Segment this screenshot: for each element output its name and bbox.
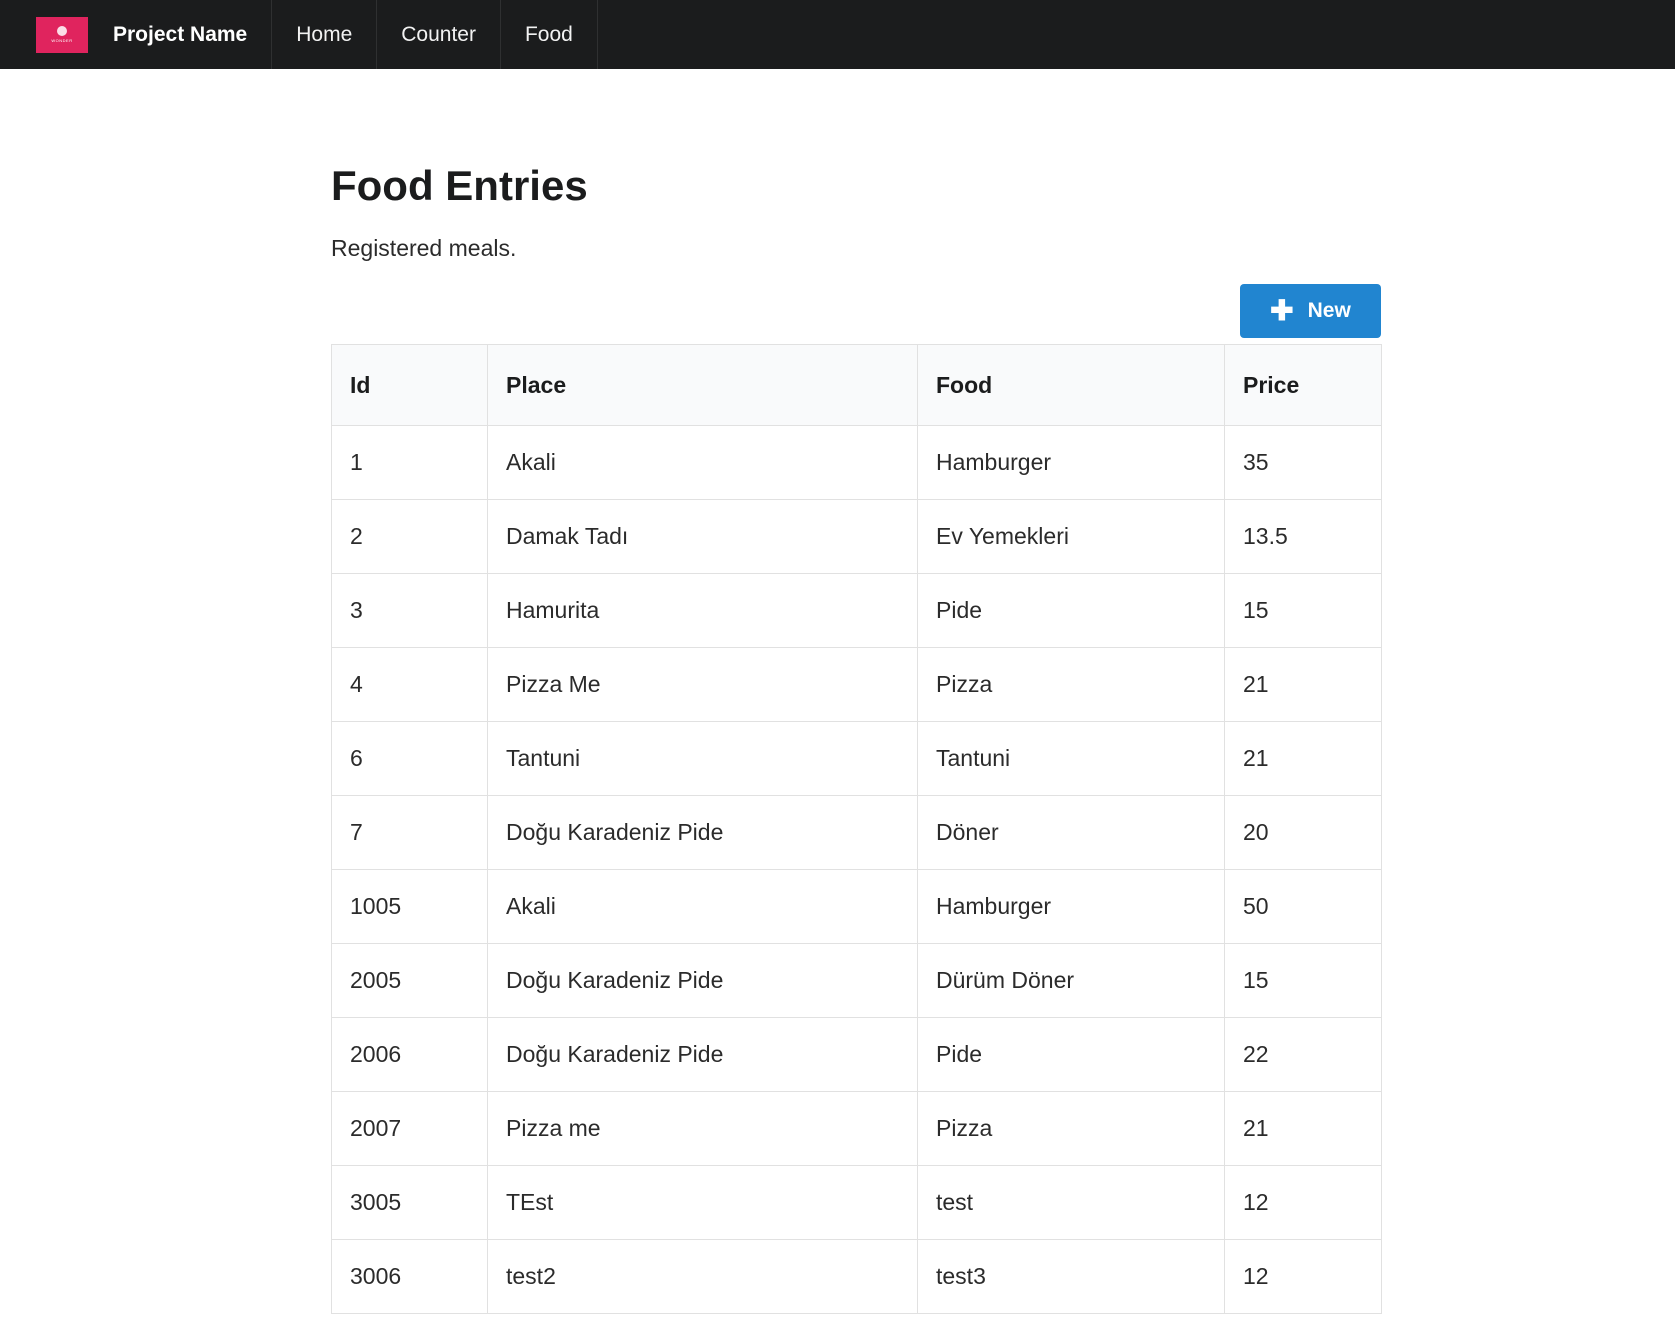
table-row: 2007 Pizza me Pizza 21 <box>331 1091 1382 1166</box>
cell-place: Damak Tadı <box>487 499 918 574</box>
page-title: Food Entries <box>331 162 588 209</box>
top-navbar: WONDER Project Name Home Counter Food <box>0 0 1675 69</box>
cell-food: Ev Yemekleri <box>917 499 1225 574</box>
table-row: 2006 Doğu Karadeniz Pide Pide 22 <box>331 1017 1382 1092</box>
new-button-label: New <box>1307 299 1351 322</box>
table-row: 3005 TEst test 12 <box>331 1165 1382 1240</box>
cell-place: Akali <box>487 425 918 500</box>
cell-price: 35 <box>1224 425 1382 500</box>
cell-id: 2006 <box>331 1017 488 1092</box>
cell-price: 12 <box>1224 1165 1382 1240</box>
cell-food: test3 <box>917 1239 1225 1314</box>
nav-item-home[interactable]: Home <box>272 0 378 69</box>
table-row: 2 Damak Tadı Ev Yemekleri 13.5 <box>331 499 1382 574</box>
nav-item-food[interactable]: Food <box>501 0 598 69</box>
cell-place: Hamurita <box>487 573 918 648</box>
table-row: 6 Tantuni Tantuni 21 <box>331 721 1382 796</box>
cell-price: 15 <box>1224 943 1382 1018</box>
cell-price: 21 <box>1224 721 1382 796</box>
cell-id: 6 <box>331 721 488 796</box>
brand-name: Project Name <box>113 22 248 46</box>
cell-place: Doğu Karadeniz Pide <box>487 943 918 1018</box>
cell-id: 7 <box>331 795 488 870</box>
table-row: 3 Hamurita Pide 15 <box>331 573 1382 648</box>
cell-id: 3 <box>331 573 488 648</box>
cell-food: Hamburger <box>917 869 1225 944</box>
column-header-place: Place <box>487 344 918 426</box>
brand-link[interactable]: WONDER Project Name <box>0 0 273 69</box>
cell-id: 2 <box>331 499 488 574</box>
cell-place: Pizza Me <box>487 647 918 722</box>
cell-price: 21 <box>1224 1091 1382 1166</box>
cell-place: TEst <box>487 1165 918 1240</box>
cell-place: Doğu Karadeniz Pide <box>487 1017 918 1092</box>
food-table: Id Place Food Price 1 Akali Hamburger 35 2 Da… <box>331 344 1382 1314</box>
cell-food: Pizza <box>917 1091 1225 1166</box>
cell-food: Tantuni <box>917 721 1225 796</box>
cell-place: Doğu Karadeniz Pide <box>487 795 918 870</box>
cell-place: Tantuni <box>487 721 918 796</box>
cell-place: test2 <box>487 1239 918 1314</box>
new-entry-button[interactable]: ✚ New <box>1240 284 1381 338</box>
cell-place: Akali <box>487 869 918 944</box>
plus-icon: ✚ <box>1270 295 1294 326</box>
logo-text: WONDER <box>51 38 73 43</box>
cell-id: 1 <box>331 425 488 500</box>
table-row: 1005 Akali Hamburger 50 <box>331 869 1382 944</box>
main-content: Food Entries Registered meals. ✚ New Id … <box>331 69 1382 1314</box>
cell-food: test <box>917 1165 1225 1240</box>
cell-price: 20 <box>1224 795 1382 870</box>
table-row: 4 Pizza Me Pizza 21 <box>331 647 1382 722</box>
cell-price: 12 <box>1224 1239 1382 1314</box>
table-row: 1 Akali Hamburger 35 <box>331 425 1382 500</box>
cell-price: 21 <box>1224 647 1382 722</box>
nav-item-counter[interactable]: Counter <box>377 0 501 69</box>
cell-price: 13.5 <box>1224 499 1382 574</box>
cell-id: 2007 <box>331 1091 488 1166</box>
cell-price: 50 <box>1224 869 1382 944</box>
cell-id: 2005 <box>331 943 488 1018</box>
table-row: 3006 test2 test3 12 <box>331 1239 1382 1314</box>
cell-place: Pizza me <box>487 1091 918 1166</box>
cell-food: Pide <box>917 573 1225 648</box>
logo-icon: WONDER <box>36 16 88 53</box>
cell-food: Hamburger <box>917 425 1225 500</box>
table-row: 7 Doğu Karadeniz Pide Döner 20 <box>331 795 1382 870</box>
cell-food: Pide <box>917 1017 1225 1092</box>
column-header-id: Id <box>331 344 488 426</box>
cell-id: 3006 <box>331 1239 488 1314</box>
cell-price: 15 <box>1224 573 1382 648</box>
cell-id: 1005 <box>331 869 488 944</box>
cell-price: 22 <box>1224 1017 1382 1092</box>
cell-food: Pizza <box>917 647 1225 722</box>
column-header-price: Price <box>1224 344 1382 426</box>
cell-food: Dürüm Döner <box>917 943 1225 1018</box>
cell-food: Döner <box>917 795 1225 870</box>
cell-id: 4 <box>331 647 488 722</box>
cell-id: 3005 <box>331 1165 488 1240</box>
table-row: 2005 Doğu Karadeniz Pide Dürüm Döner 15 <box>331 943 1382 1018</box>
page-subtitle: Registered meals. <box>331 235 517 261</box>
table-header-row: Id Place Food Price <box>331 344 1382 426</box>
column-header-food: Food <box>917 344 1225 426</box>
